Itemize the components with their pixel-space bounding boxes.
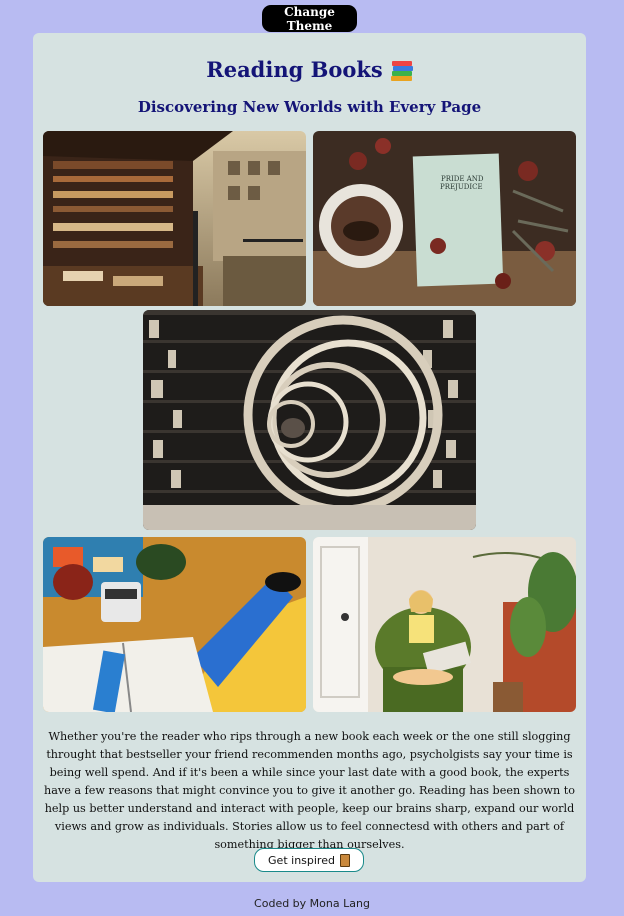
circular-bookshelf-photo <box>143 310 476 530</box>
cozy-reading-photo <box>43 537 306 712</box>
get-inspired-button[interactable]: Get inspired <box>254 848 364 872</box>
book-icon <box>339 853 350 867</box>
page-title: Reading Books <box>33 57 586 82</box>
footer-credit: Coded by Mona Lang <box>254 897 370 910</box>
books-icon <box>390 59 413 81</box>
page-title-text: Reading Books <box>206 57 383 82</box>
pride-and-prejudice-photo: PRIDE AND PREJUDICE <box>313 131 576 306</box>
svg-text:PREJUDICE: PREJUDICE <box>440 183 483 191</box>
content-card: Reading Books Discovering New Worlds wit… <box>33 33 586 882</box>
page-subtitle: Discovering New Worlds with Every Page <box>137 98 482 116</box>
body-paragraph: Whether you're the reader who rips throu… <box>44 730 575 851</box>
change-theme-button[interactable]: Change Theme <box>262 5 357 33</box>
street-bookstall-photo <box>43 131 306 306</box>
get-inspired-label: Get inspired <box>268 853 335 867</box>
child-reading-photo <box>313 537 576 712</box>
book-cover-title: PRIDE AND <box>441 175 484 183</box>
